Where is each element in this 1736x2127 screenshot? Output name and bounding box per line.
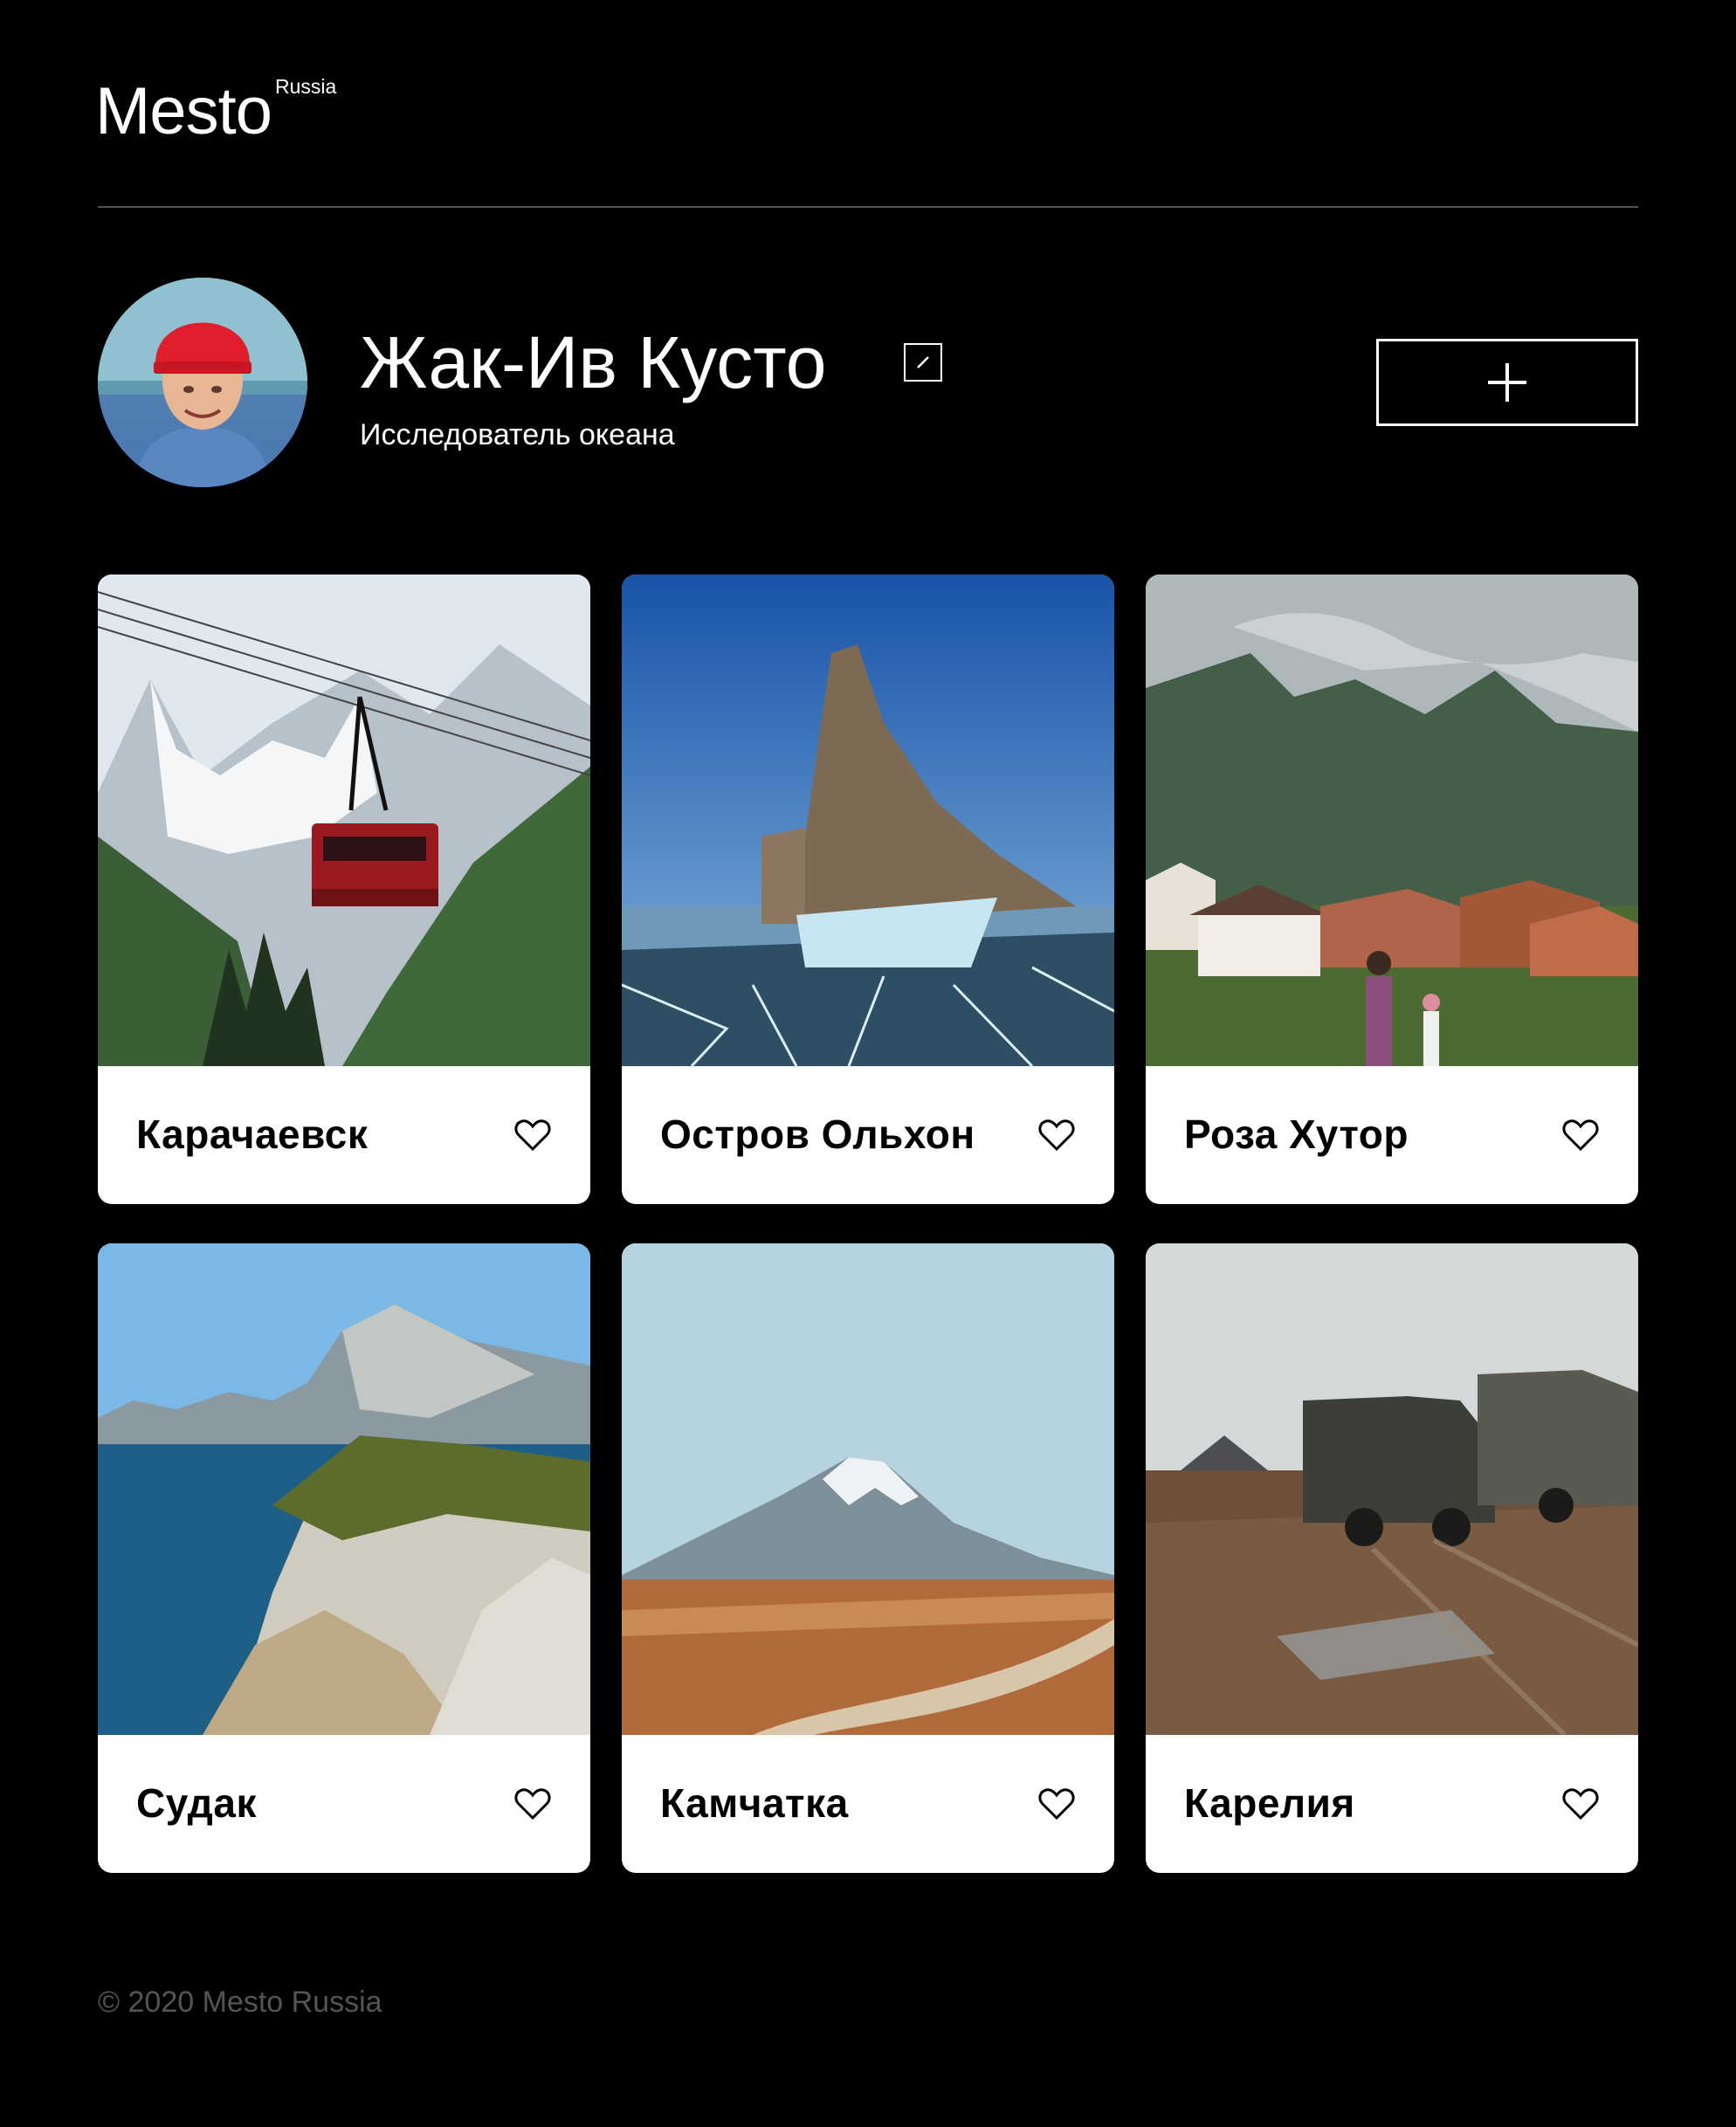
card-image-cable-car[interactable] [98, 575, 590, 1066]
heart-outline-icon [514, 1788, 551, 1821]
heart-outline-icon [514, 1119, 551, 1152]
place-card[interactable]: Камчатка [622, 1243, 1114, 1873]
heart-outline-icon [1562, 1119, 1599, 1152]
page: Mesto Russia Жак-Ив Кусто Исследователь … [0, 0, 1736, 2127]
card-image-kamchatka[interactable] [622, 1243, 1114, 1735]
like-button[interactable] [1561, 1118, 1600, 1153]
avatar[interactable] [98, 278, 307, 487]
heart-outline-icon [1038, 1119, 1075, 1152]
header-divider [98, 206, 1638, 208]
card-image-olkhon[interactable] [622, 575, 1114, 1066]
heart-outline-icon [1562, 1788, 1599, 1821]
place-card[interactable]: Роза Хутор [1146, 575, 1638, 1204]
card-title: Роза Хутор [1184, 1112, 1409, 1157]
plus-icon [1488, 363, 1526, 402]
like-button[interactable] [513, 1118, 552, 1153]
logo-superscript: Russia [274, 75, 337, 98]
card-title: Остров Ольхон [660, 1112, 975, 1157]
logo[interactable]: Mesto Russia [95, 74, 337, 148]
card-title: Судак [136, 1780, 257, 1826]
footer-copyright: © 2020 Mesto Russia [98, 1986, 382, 2019]
card-image-sudak[interactable] [98, 1243, 590, 1735]
place-card[interactable]: Карелия [1146, 1243, 1638, 1873]
pencil-icon [917, 356, 929, 368]
like-button[interactable] [1037, 1786, 1076, 1821]
edit-profile-button[interactable] [904, 343, 942, 382]
profile-about: Исследователь океана [360, 418, 675, 451]
like-button[interactable] [1037, 1118, 1076, 1153]
logo-text: Mesto [95, 74, 272, 148]
card-image-karelia[interactable] [1146, 1243, 1638, 1735]
like-button[interactable] [1561, 1786, 1600, 1821]
card-title: Камчатка [660, 1780, 849, 1826]
card-title: Карелия [1184, 1780, 1355, 1826]
like-button[interactable] [513, 1786, 552, 1821]
heart-outline-icon [1038, 1788, 1075, 1821]
place-card[interactable]: Остров Ольхон [622, 575, 1114, 1204]
place-card[interactable]: Карачаевск [98, 575, 590, 1204]
place-card[interactable]: Судак [98, 1243, 590, 1873]
card-title: Карачаевск [136, 1112, 369, 1157]
card-image-rosa-khutor[interactable] [1146, 575, 1638, 1066]
profile-name: Жак-Ив Кусто [360, 321, 827, 403]
add-card-button[interactable] [1376, 339, 1638, 426]
